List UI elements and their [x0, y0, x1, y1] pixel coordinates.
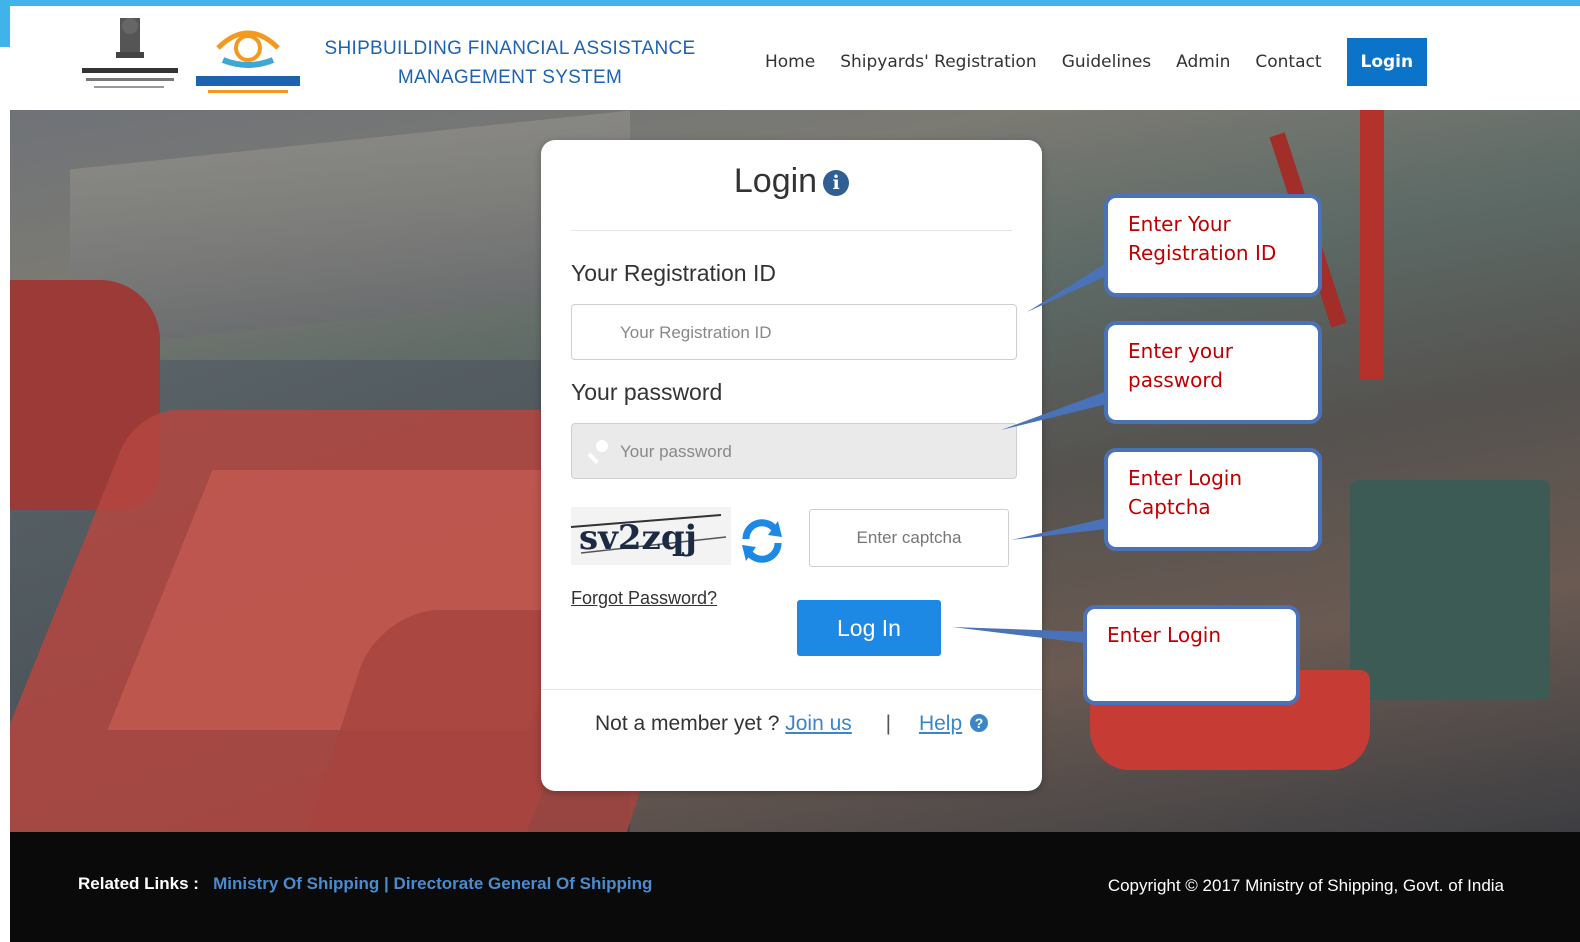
nav-contact[interactable]: Contact	[1255, 52, 1321, 72]
forgot-password-link[interactable]: Forgot Password?	[571, 588, 717, 609]
row-separator: |	[885, 712, 892, 735]
nav-guidelines[interactable]: Guidelines	[1062, 52, 1151, 72]
refresh-captcha-icon[interactable]	[734, 513, 790, 569]
nav-admin[interactable]: Admin	[1176, 52, 1230, 72]
left-accent-bar	[0, 0, 10, 942]
site-title-line2: MANAGEMENT SYSTEM	[397, 67, 623, 88]
nav-login-button[interactable]: Login	[1346, 38, 1428, 86]
login-card: Login i Your Registration ID Your Registr…	[541, 140, 1042, 791]
hero-rig	[1350, 480, 1550, 700]
captcha-image: sv2zqj	[571, 507, 731, 565]
login-card-title: Login i	[541, 162, 1042, 201]
related-link-separator: |	[384, 874, 389, 893]
sagarmala-logo	[196, 30, 300, 93]
callout-registration: Enter Your Registration ID	[1104, 194, 1322, 297]
site-title-line1: SHIPBUILDING FINANCIAL ASSISTANCE	[324, 38, 696, 59]
captcha-text: sv2zqj	[579, 518, 697, 558]
ministry-of-shipping-logo	[82, 18, 178, 88]
footer-divider	[541, 689, 1042, 690]
login-title-text: Login	[733, 162, 818, 200]
site-footer: Related Links : Ministry Of Shipping | D…	[10, 832, 1580, 942]
page: SHIPBUILDING FINANCIAL ASSISTANCE MANAGE…	[0, 0, 1580, 942]
captcha-input[interactable]: Enter captcha	[809, 509, 1009, 567]
hero-crane	[1360, 110, 1384, 380]
main-nav: Home Shipyards' Registration Guidelines …	[765, 36, 1428, 88]
copyright-text: Copyright © 2017 Ministry of Shipping, G…	[1107, 876, 1504, 895]
join-us-link[interactable]: Join us	[785, 712, 852, 735]
related-links-label: Related Links :	[78, 874, 199, 893]
related-links: Related Links : Ministry Of Shipping | D…	[78, 874, 652, 894]
password-placeholder: Your password	[620, 442, 732, 461]
key-icon	[587, 440, 608, 464]
registration-id-input[interactable]: Your Registration ID	[571, 304, 1017, 360]
callout-login: Enter Login	[1083, 605, 1300, 705]
registration-id-label: Your Registration ID	[571, 260, 776, 286]
nav-home[interactable]: Home	[765, 52, 815, 72]
callout-captcha: Enter Login Captcha	[1104, 448, 1322, 551]
site-header: SHIPBUILDING FINANCIAL ASSISTANCE MANAGE…	[10, 6, 1580, 110]
help-link[interactable]: Help	[919, 712, 962, 735]
link-directorate-general-of-shipping[interactable]: Directorate General Of Shipping	[394, 874, 653, 893]
password-input[interactable]: Your password	[571, 423, 1017, 479]
member-row: Not a member yet ? Join us | Help ?	[541, 712, 1042, 736]
site-title: SHIPBUILDING FINANCIAL ASSISTANCE MANAGE…	[320, 34, 700, 92]
title-divider	[571, 230, 1012, 231]
help-question-icon[interactable]: ?	[970, 714, 988, 732]
log-in-button[interactable]: Log In	[797, 600, 941, 656]
callout-password: Enter your password	[1104, 321, 1322, 424]
link-ministry-of-shipping[interactable]: Ministry Of Shipping	[213, 874, 379, 893]
not-member-text: Not a member yet ?	[595, 712, 780, 735]
password-label: Your password	[571, 379, 723, 405]
info-icon[interactable]: i	[823, 170, 850, 196]
nav-shipyards-registration[interactable]: Shipyards' Registration	[840, 52, 1037, 72]
